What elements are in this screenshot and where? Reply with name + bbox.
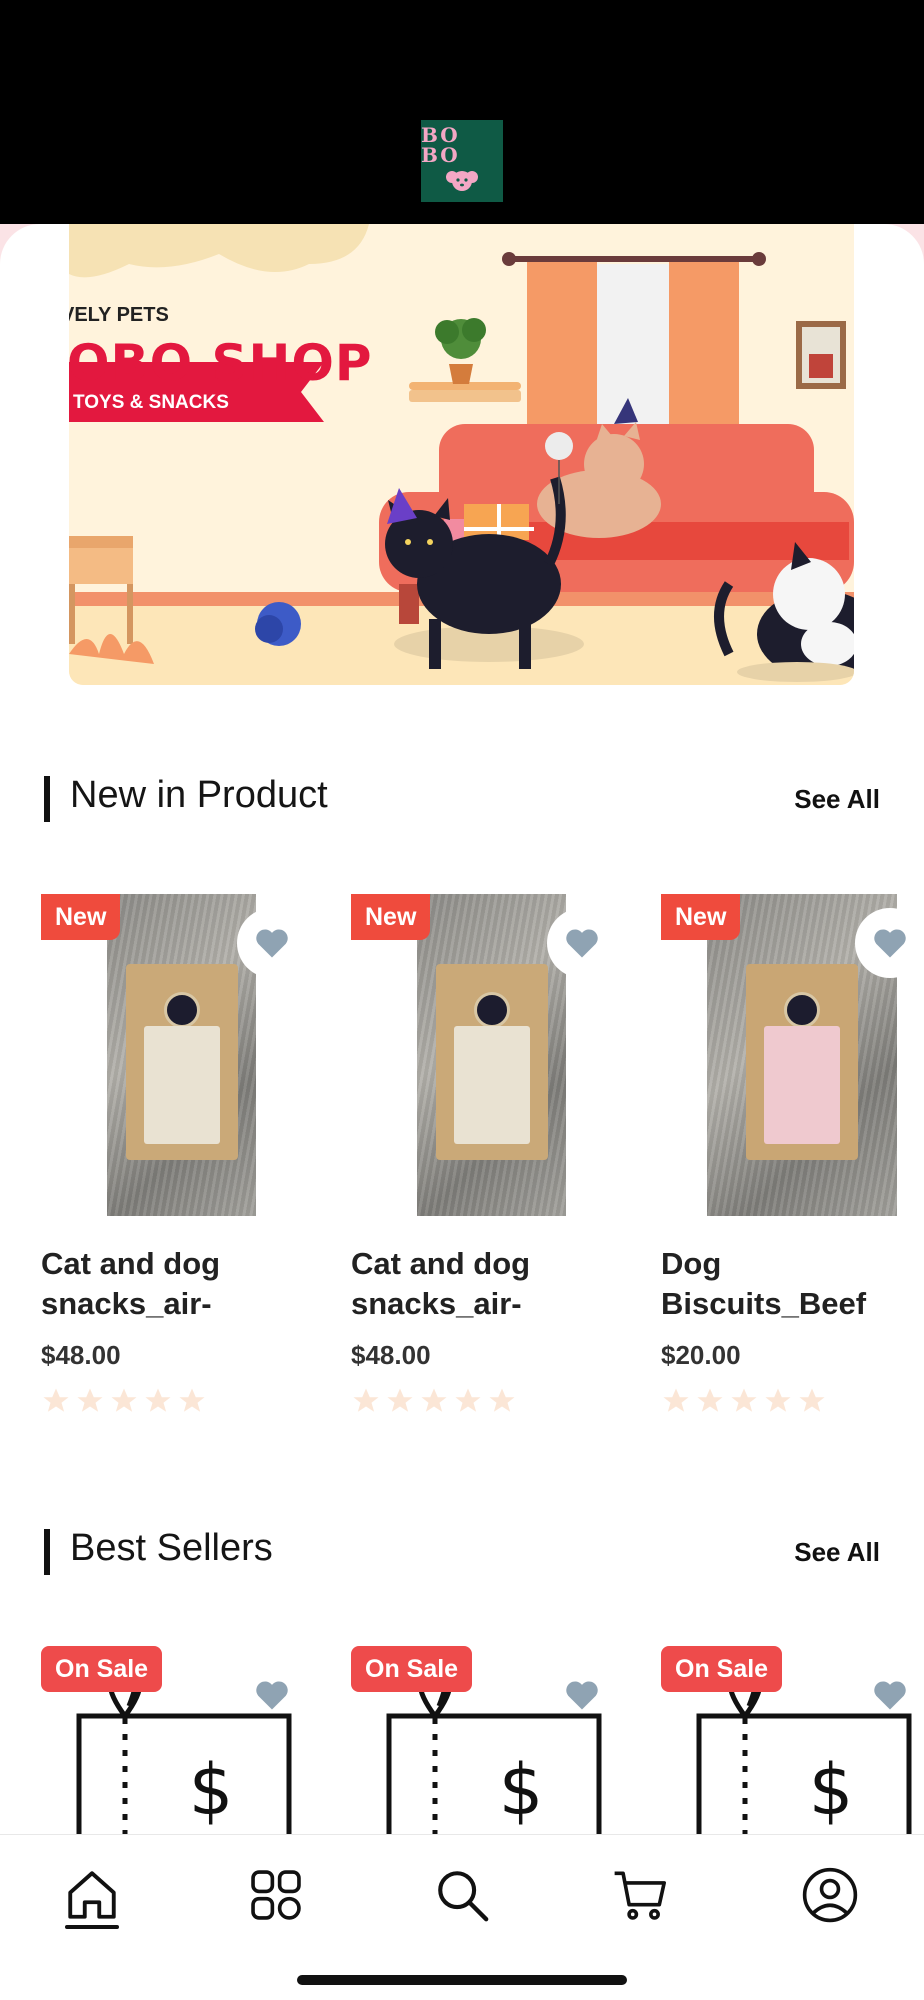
section-title: New in Product xyxy=(70,774,328,816)
star-icon xyxy=(697,1388,723,1412)
product-card[interactable]: $ On Sale xyxy=(351,1646,631,1834)
star-rating xyxy=(661,1386,827,1416)
product-photo xyxy=(107,894,256,1216)
product-name[interactable]: Cat and dog snacks_air- xyxy=(351,1244,631,1324)
heart-icon xyxy=(874,1681,906,1710)
banner-ribbon: TOYS & SNACKS xyxy=(73,392,229,413)
home-icon xyxy=(68,1871,116,1919)
cart-icon xyxy=(614,1871,666,1920)
favorite-button[interactable] xyxy=(855,908,924,978)
product-name[interactable]: Dog Biscuits_Beef xyxy=(661,1244,924,1324)
profile-icon xyxy=(802,1867,858,1923)
product-price: $20.00 xyxy=(661,1340,741,1370)
tab-cart[interactable] xyxy=(590,1845,690,1945)
heart-icon xyxy=(874,929,906,958)
star-icon xyxy=(663,1388,689,1412)
star-icon xyxy=(179,1388,205,1412)
banner-kicker: VELY PETS xyxy=(69,304,169,326)
heart-icon xyxy=(566,1681,598,1710)
on-sale-badge: On Sale xyxy=(41,1646,163,1692)
star-icon xyxy=(145,1388,171,1412)
grid-icon xyxy=(251,1870,301,1920)
tab-home[interactable] xyxy=(42,1845,142,1945)
on-sale-badge: On Sale xyxy=(351,1646,473,1692)
product-image[interactable]: New xyxy=(41,894,321,1216)
bottom-tab-bar xyxy=(0,1834,924,2000)
banner-illustration xyxy=(69,224,854,685)
favorite-button[interactable] xyxy=(547,908,617,978)
star-rating xyxy=(351,1386,517,1416)
on-sale-badge: On Sale xyxy=(661,1646,783,1692)
product-price: $48.00 xyxy=(41,1340,121,1370)
home-indicator xyxy=(297,1975,627,1985)
search-icon xyxy=(438,1871,489,1922)
home-content[interactable]: VELY PETS OBO SHOP TOYS & SNACKS New in … xyxy=(0,224,924,1834)
star-rating xyxy=(41,1386,207,1416)
svg-text:$: $ xyxy=(189,1749,234,1831)
favorite-button[interactable] xyxy=(237,1660,307,1730)
product-card[interactable]: $ On Sale xyxy=(661,1646,924,1834)
heart-icon xyxy=(256,929,288,958)
star-icon xyxy=(489,1388,515,1412)
see-all-link[interactable]: See All xyxy=(794,784,880,815)
favorite-button[interactable] xyxy=(855,1660,924,1730)
star-icon xyxy=(765,1388,791,1412)
star-icon xyxy=(353,1388,379,1412)
best-sellers-header: Best Sellers See All xyxy=(44,1527,880,1577)
product-price: $48.00 xyxy=(351,1340,431,1370)
star-icon xyxy=(111,1388,137,1412)
star-icon xyxy=(387,1388,413,1412)
heart-icon xyxy=(256,1681,288,1710)
banner-title: OBO SHOP xyxy=(69,334,373,392)
active-tab-indicator xyxy=(65,1925,119,1929)
new-badge: New xyxy=(661,894,741,940)
star-icon xyxy=(421,1388,447,1412)
product-card[interactable]: $ On Sale xyxy=(41,1646,321,1834)
dog-logo-icon xyxy=(446,171,478,191)
product-name[interactable]: Cat and dog snacks_air- xyxy=(41,1244,321,1324)
product-image[interactable]: New xyxy=(661,894,924,1216)
new-badge: New xyxy=(41,894,121,940)
section-title: Best Sellers xyxy=(70,1527,273,1569)
brand-logo: BO BO xyxy=(421,120,503,202)
new-products-header: New in Product See All xyxy=(44,774,880,824)
logo-text: BO BO xyxy=(421,123,460,167)
star-icon xyxy=(77,1388,103,1412)
see-all-link[interactable]: See All xyxy=(794,1537,880,1568)
promo-banner[interactable]: VELY PETS OBO SHOP TOYS & SNACKS xyxy=(69,224,854,685)
product-image[interactable]: New xyxy=(351,894,631,1216)
product-photo xyxy=(417,894,566,1216)
heart-icon xyxy=(566,929,598,958)
star-icon xyxy=(799,1388,825,1412)
star-icon xyxy=(43,1388,69,1412)
new-badge: New xyxy=(351,894,431,940)
favorite-button[interactable] xyxy=(547,1660,617,1730)
star-icon xyxy=(455,1388,481,1412)
svg-text:$: $ xyxy=(499,1749,544,1831)
section-accent-bar xyxy=(44,776,50,822)
star-icon xyxy=(731,1388,757,1412)
tab-categories[interactable] xyxy=(226,1845,326,1945)
section-accent-bar xyxy=(44,1529,50,1575)
tab-profile[interactable] xyxy=(780,1845,880,1945)
tab-search[interactable] xyxy=(412,1845,512,1945)
favorite-button[interactable] xyxy=(237,908,307,978)
svg-text:$: $ xyxy=(809,1749,854,1831)
